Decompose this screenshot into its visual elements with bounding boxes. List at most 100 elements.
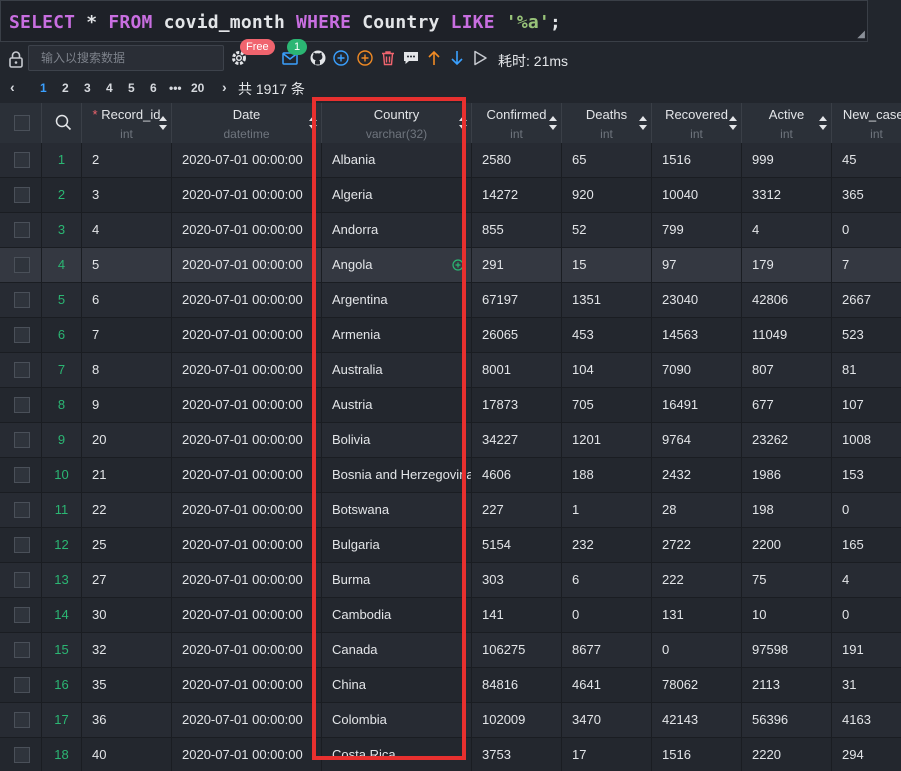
cell-record_id[interactable]: 5 [82,248,172,282]
cell-recovered[interactable]: 97 [652,248,742,282]
cell-country[interactable]: Algeria [322,178,472,212]
row-checkbox[interactable] [14,677,30,693]
cell-new_cases[interactable]: 165 [832,528,901,562]
row-checkbox[interactable] [14,292,30,308]
cell-record_id[interactable]: 32 [82,633,172,667]
cell-date[interactable]: 2020-07-01 00:00:00 [172,388,322,422]
cell-record_id[interactable]: 36 [82,703,172,737]
cell-new_cases[interactable]: 31 [832,668,901,702]
delete-icon[interactable] [379,49,397,67]
cell-country[interactable]: Albania [322,143,472,177]
cell-recovered[interactable]: 10040 [652,178,742,212]
cell-active[interactable]: 11049 [742,318,832,352]
sort-icon[interactable] [548,115,558,131]
cell-record_id[interactable]: 22 [82,493,172,527]
search-input[interactable] [28,45,224,71]
table-row[interactable]: 17 36 2020-07-01 00:00:00 Colombia 102009 347… [0,703,901,738]
cell-deaths[interactable]: 920 [562,178,652,212]
table-row[interactable]: 1 2 2020-07-01 00:00:00 Albania 2580 65 1516 99… [0,143,901,178]
cell-date[interactable]: 2020-07-01 00:00:00 [172,458,322,492]
row-checkbox[interactable] [14,537,30,553]
cell-record_id[interactable]: 4 [82,213,172,247]
cell-country[interactable]: Canada [322,633,472,667]
cell-active[interactable]: 2113 [742,668,832,702]
page-20[interactable]: 20 [191,81,204,95]
cell-record_id[interactable]: 7 [82,318,172,352]
sort-icon[interactable] [458,115,468,131]
cell-record_id[interactable]: 40 [82,738,172,771]
row-checkbox[interactable] [14,467,30,483]
cell-new_cases[interactable]: 2667 [832,283,901,317]
table-row[interactable]: 11 22 2020-07-01 00:00:00 Botswana 227 1 28 198… [0,493,901,528]
cell-new_cases[interactable]: 294 [832,738,901,771]
table-row[interactable]: 10 21 2020-07-01 00:00:00 Bosnia and Herzeg… [0,458,901,493]
cell-deaths[interactable]: 453 [562,318,652,352]
sort-icon[interactable] [308,115,318,131]
cell-active[interactable]: 807 [742,353,832,387]
cell-deaths[interactable]: 1351 [562,283,652,317]
cell-active[interactable]: 999 [742,143,832,177]
cell-confirmed[interactable]: 84816 [472,668,562,702]
cell-confirmed[interactable]: 102009 [472,703,562,737]
cell-country[interactable]: Colombia [322,703,472,737]
cell-deaths[interactable]: 15 [562,248,652,282]
column-header-confirmed[interactable]: Confirmed int [472,103,562,143]
cell-confirmed[interactable]: 14272 [472,178,562,212]
cell-confirmed[interactable]: 4606 [472,458,562,492]
cell-country[interactable]: Australia [322,353,472,387]
cell-record_id[interactable]: 9 [82,388,172,422]
cell-deaths[interactable]: 17 [562,738,652,771]
cell-deaths[interactable]: 52 [562,213,652,247]
next-page-icon[interactable]: › [222,79,227,95]
cell-confirmed[interactable]: 227 [472,493,562,527]
column-header-country[interactable]: Country varchar(32) [322,103,472,143]
row-checkbox[interactable] [14,712,30,728]
cell-date[interactable]: 2020-07-01 00:00:00 [172,668,322,702]
cell-recovered[interactable]: 2722 [652,528,742,562]
cell-record_id[interactable]: 27 [82,563,172,597]
row-checkbox[interactable] [14,152,30,168]
cell-record_id[interactable]: 35 [82,668,172,702]
cell-record_id[interactable]: 21 [82,458,172,492]
column-header-new_cases[interactable]: New_casesint [832,103,901,143]
cell-date[interactable]: 2020-07-01 00:00:00 [172,563,322,597]
row-checkbox[interactable] [14,747,30,763]
arrow-up-icon[interactable] [425,49,443,67]
cell-record_id[interactable]: 6 [82,283,172,317]
row-checkbox[interactable] [14,327,30,343]
table-row[interactable]: 13 27 2020-07-01 00:00:00 Burma 303 6 222 75 4 [0,563,901,598]
cell-date[interactable]: 2020-07-01 00:00:00 [172,493,322,527]
cell-country[interactable]: Botswana [322,493,472,527]
cell-active[interactable]: 97598 [742,633,832,667]
cell-new_cases[interactable]: 1008 [832,423,901,457]
arrow-down-icon[interactable] [448,49,466,67]
table-row[interactable]: 3 4 2020-07-01 00:00:00 Andorra 855 52 799 4 0 [0,213,901,248]
cell-new_cases[interactable]: 7 [832,248,901,282]
cell-active[interactable]: 2220 [742,738,832,771]
cell-date[interactable]: 2020-07-01 00:00:00 [172,528,322,562]
cell-confirmed[interactable]: 2580 [472,143,562,177]
column-header-deaths[interactable]: Deaths int [562,103,652,143]
cell-country[interactable]: Burma [322,563,472,597]
column-header-date[interactable]: Date datetime [172,103,322,143]
page-1[interactable]: 1 [40,81,47,95]
cell-deaths[interactable]: 4641 [562,668,652,702]
cell-recovered[interactable]: 1516 [652,738,742,771]
cell-record_id[interactable]: 25 [82,528,172,562]
cell-active[interactable]: 23262 [742,423,832,457]
cell-deaths[interactable]: 232 [562,528,652,562]
cell-deaths[interactable]: 8677 [562,633,652,667]
cell-record_id[interactable]: 3 [82,178,172,212]
table-row[interactable]: 9 20 2020-07-01 00:00:00 Bolivia 34227 1201 97… [0,423,901,458]
cell-recovered[interactable]: 16491 [652,388,742,422]
cell-new_cases[interactable]: 153 [832,458,901,492]
cell-date[interactable]: 2020-07-01 00:00:00 [172,423,322,457]
table-row[interactable]: 6 7 2020-07-01 00:00:00 Armenia 26065 453 1456… [0,318,901,353]
table-row[interactable]: 7 8 2020-07-01 00:00:00 Australia 8001 104 709… [0,353,901,388]
cell-new_cases[interactable]: 191 [832,633,901,667]
cell-recovered[interactable]: 7090 [652,353,742,387]
table-row[interactable]: 16 35 2020-07-01 00:00:00 China 84816 4641 780… [0,668,901,703]
cell-confirmed[interactable]: 8001 [472,353,562,387]
run-icon[interactable] [471,49,489,67]
cell-new_cases[interactable]: 4163 [832,703,901,737]
